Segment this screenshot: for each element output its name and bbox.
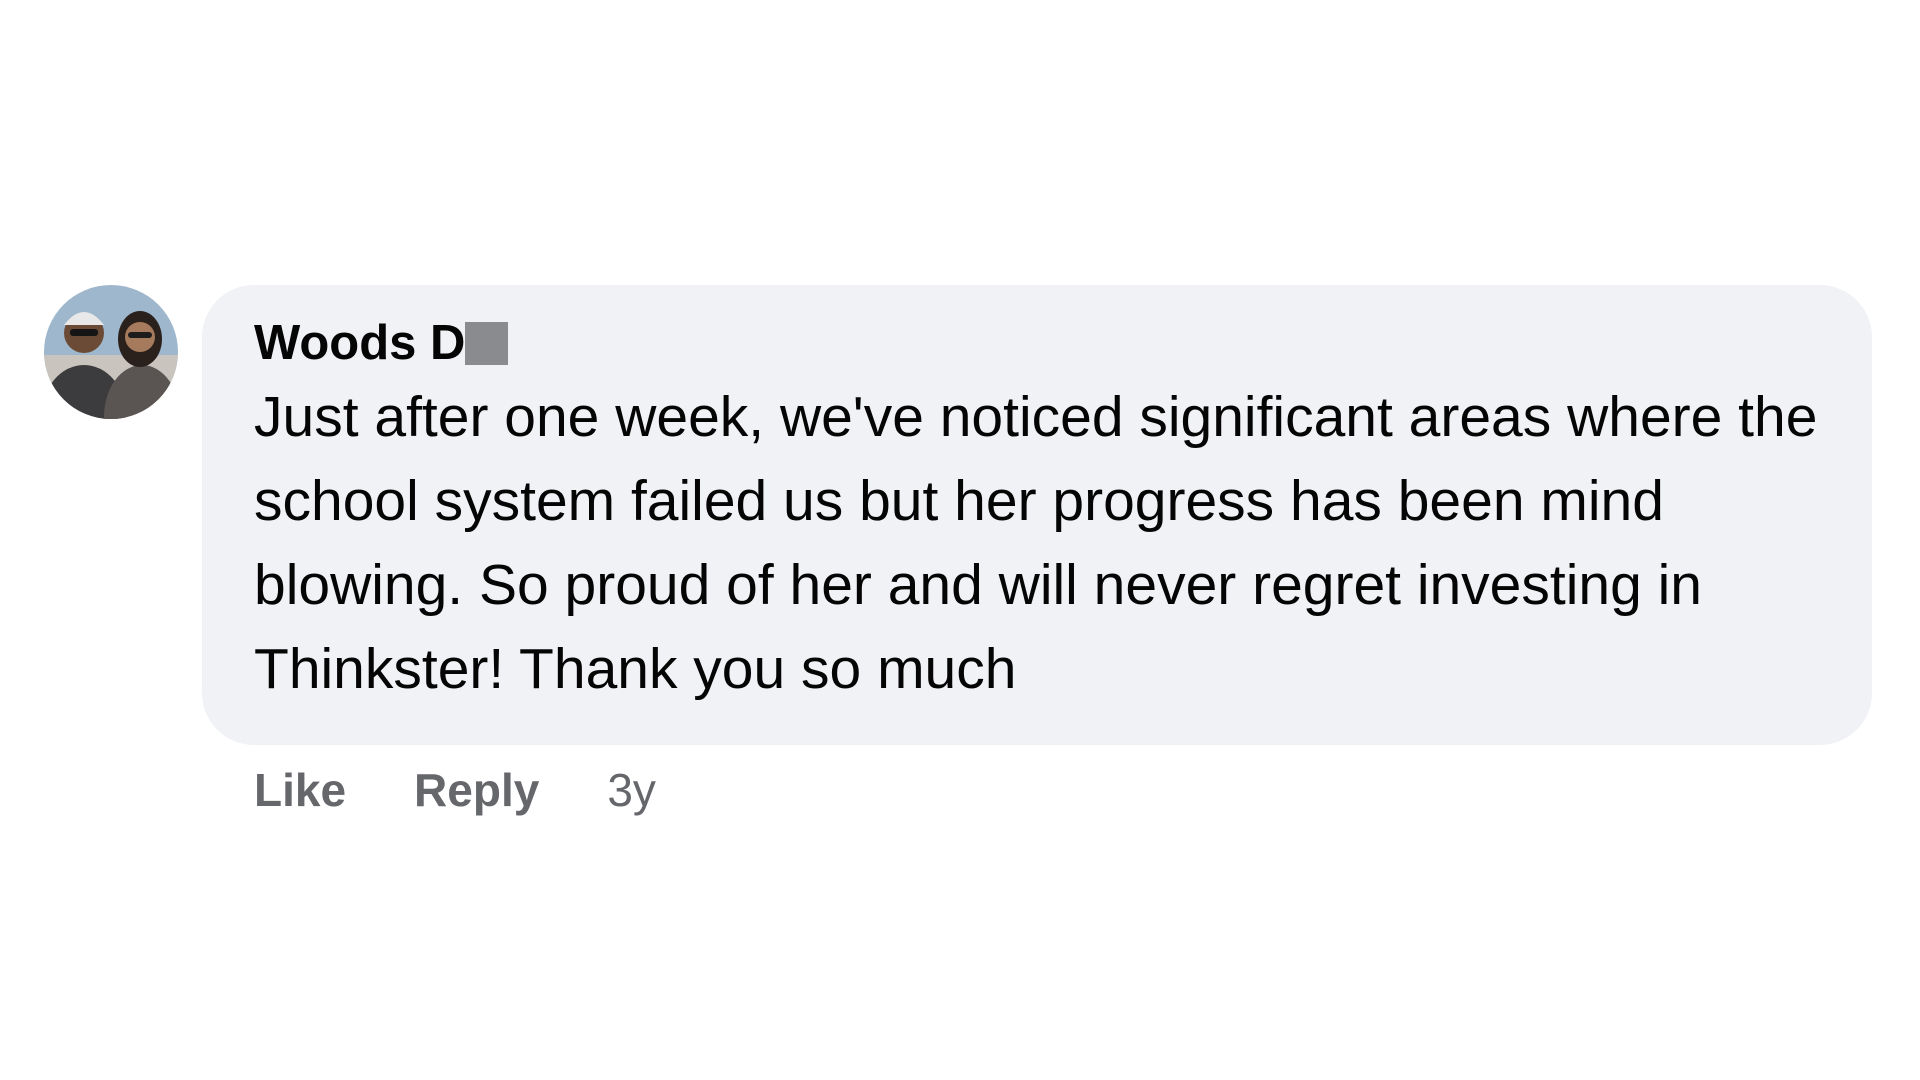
comment-actions: Like Reply 3y [254, 755, 656, 825]
author-name[interactable]: Woods D [254, 315, 1820, 371]
comment-timestamp[interactable]: 3y [607, 763, 656, 817]
redaction-block [465, 321, 509, 365]
author-avatar[interactable] [44, 285, 178, 419]
profile-photo-icon [44, 285, 178, 419]
author-name-text[interactable]: Woods D [254, 315, 465, 371]
like-button[interactable]: Like [254, 763, 346, 817]
reply-button[interactable]: Reply [414, 763, 539, 817]
comment-text: Just after one week, we've noticed signi… [254, 385, 1818, 701]
comment-bubble: Woods D Just after one week, we've notic… [202, 285, 1872, 745]
